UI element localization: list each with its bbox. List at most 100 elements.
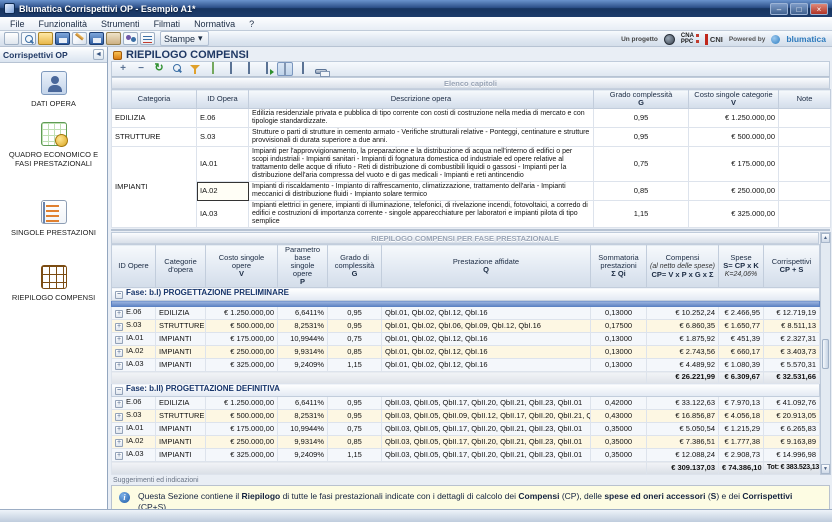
minimize-button[interactable]: – [770, 3, 788, 15]
collapse-group-button[interactable]: − [115, 291, 123, 299]
expand-row-button[interactable]: + [115, 439, 123, 447]
menu-filmati[interactable]: Filmati [147, 18, 188, 30]
grid-splitter[interactable] [111, 229, 830, 231]
riepilogo-row[interactable]: +IA.03IMPIANTI€ 325.000,009,2409%1,15QbI… [112, 449, 820, 462]
col-spese[interactable]: SpeseS= CP x KK=24,06% [719, 245, 764, 288]
sidebar-item-quadro-economico[interactable]: QUADRO ECONOMICO E FASI PRESTAZIONALI [0, 114, 107, 174]
sidebar-item-dati-opera[interactable]: DATI OPERA [0, 63, 107, 114]
col-note[interactable]: Note [779, 90, 831, 109]
search-preview-icon[interactable] [21, 32, 36, 45]
edit-pencil-icon[interactable] [72, 32, 87, 45]
maximize-button[interactable]: □ [790, 3, 808, 15]
expand-row-button[interactable]: + [115, 336, 123, 344]
collapse-group-button[interactable]: − [115, 387, 123, 395]
col-categorie[interactable]: Categoried'opera [156, 245, 206, 288]
refresh-icon[interactable]: ↻ [151, 62, 167, 76]
col-costo[interactable]: Costo singole categorieV [689, 90, 779, 109]
id-opere-cell: +E.06 [112, 307, 156, 320]
save-icon[interactable] [55, 32, 70, 45]
col-compensi[interactable]: Compensi(al netto delle spese)CP= V x P … [647, 245, 719, 288]
elenco-row[interactable]: IA.02Impianti di riscaldamento - Impiant… [112, 182, 831, 201]
suggestions-panel: i Questa Sezione contiene il Riepilogo d… [111, 485, 830, 509]
new-document-icon[interactable] [4, 32, 19, 45]
card-view-icon[interactable] [223, 62, 239, 76]
riepilogo-row[interactable]: +IA.02IMPIANTI€ 250.000,009,9314%0,85QbI… [112, 436, 820, 449]
grand-total-row[interactable]: € 309.137,03€ 74.386,10Tot: € 383.523,13 [112, 462, 820, 475]
vertical-scrollbar[interactable]: ▲ ▼ [820, 232, 831, 475]
expand-row-button[interactable]: + [115, 400, 123, 408]
expand-row-button[interactable]: + [115, 349, 123, 357]
expand-row-button[interactable]: + [115, 323, 123, 331]
expand-row-button[interactable]: + [115, 452, 123, 460]
col-grado[interactable]: Grado complessitàG [594, 90, 689, 109]
riepilogo-row[interactable]: +S.03STRUTTURE€ 500.000,008,2531%0,95QbI… [112, 410, 820, 423]
expand-row-button[interactable]: + [115, 362, 123, 370]
col-parametro[interactable]: Parametro basesingole opereP [278, 245, 328, 288]
costo-cell: € 325.000,00 [206, 449, 278, 462]
spese-cell: € 1.080,39 [719, 359, 764, 372]
close-button[interactable]: × [810, 3, 828, 15]
menu-help[interactable]: ? [242, 18, 261, 30]
riepilogo-row[interactable]: +IA.02IMPIANTI€ 250.000,009,9314%0,85QbI… [112, 346, 820, 359]
col-id-opera[interactable]: ID Opera [197, 90, 249, 109]
riepilogo-row[interactable]: +E.06EDILIZIA€ 1.250.000,006,6411%0,95Qb… [112, 307, 820, 320]
col-grado-complessita[interactable]: Grado dicomplessitàG [328, 245, 382, 288]
col-prestazione[interactable]: Prestazione affidateQ [382, 245, 591, 288]
expand-all-icon[interactable]: + [115, 62, 131, 76]
expand-row-button[interactable]: + [115, 310, 123, 318]
save-layout-icon[interactable] [241, 62, 257, 76]
riepilogo-row[interactable]: +IA.03IMPIANTI€ 325.000,009,2409%1,15QbI… [112, 359, 820, 372]
elenco-row[interactable]: IMPIANTIIA.01Impianti per l'approvvigion… [112, 147, 831, 182]
search-icon[interactable] [169, 62, 185, 76]
elenco-row[interactable]: STRUTTURES.03Strutture o parti di strutt… [112, 128, 831, 147]
id-opere-cell: +IA.03 [112, 359, 156, 372]
riepilogo-row[interactable]: +E.06EDILIZIA€ 1.250.000,006,6411%0,95Qb… [112, 397, 820, 410]
fase-group-row[interactable]: −Fase: b.I) PROGETTAZIONE PRELIMINARE [112, 288, 820, 301]
scroll-down-button[interactable]: ▼ [821, 464, 830, 474]
collapse-sidebar-button[interactable]: ◄ [93, 49, 104, 60]
grid-view-icon[interactable] [277, 62, 293, 76]
report-icon[interactable] [140, 32, 155, 45]
fase-group-row[interactable]: −Fase: b.II) PROGETTAZIONE DEFINITIVA [112, 384, 820, 397]
sidebar-item-singole-prestazioni[interactable]: SINGOLE PRESTAZIONI [0, 192, 107, 243]
menu-strumenti[interactable]: Strumenti [94, 18, 147, 30]
group-grid-icon[interactable] [205, 62, 221, 76]
col-corrispettivi[interactable]: CorrispettiviCP + S [764, 245, 820, 288]
grado-cell: 0,95 [328, 320, 382, 333]
riepilogo-row[interactable]: +IA.01IMPIANTI€ 175.000,0010,9944%0,75Qb… [112, 333, 820, 346]
archive-icon[interactable] [106, 32, 121, 45]
col-sommatoria[interactable]: SommatoriaprestazioniΣ Qi [591, 245, 647, 288]
print-icon[interactable] [315, 69, 327, 74]
riepilogo-row[interactable]: +IA.01IMPIANTI€ 175.000,0010,9944%0,75Qb… [112, 423, 820, 436]
export-icon[interactable] [259, 62, 275, 76]
sidebar-item-riepilogo-compensi[interactable]: RIEPILOGO COMPENSI [0, 257, 107, 308]
users-icon[interactable] [123, 32, 138, 45]
menu-file[interactable]: File [3, 18, 32, 30]
text-segment: ) e dei [716, 491, 742, 501]
col-categoria[interactable]: Categoria [112, 90, 197, 109]
stampe-button[interactable]: Stampe ▾ [160, 31, 209, 46]
expand-row-button[interactable]: + [115, 426, 123, 434]
elenco-row[interactable]: EDILIZIAE.06Edilizia residenziale privat… [112, 109, 831, 128]
expand-row-button[interactable]: + [115, 413, 123, 421]
main-area: RIEPILOGO COMPENSI + − ↻ Elenco capitoli [108, 47, 832, 509]
filter-icon[interactable] [187, 62, 203, 76]
scroll-thumb[interactable] [822, 339, 829, 369]
menu-normativa[interactable]: Normativa [187, 18, 242, 30]
save-as-icon[interactable] [89, 32, 104, 45]
col-descrizione[interactable]: Descrizione opera [249, 90, 594, 109]
collapse-all-icon[interactable]: − [133, 62, 149, 76]
scroll-up-button[interactable]: ▲ [821, 233, 830, 243]
riepilogo-row[interactable]: +S.03STRUTTURE€ 500.000,008,2531%0,95QbI… [112, 320, 820, 333]
column-chooser-icon[interactable] [295, 62, 311, 76]
compensi-cell: € 2.743,56 [647, 346, 719, 359]
subtotal-row[interactable]: € 26.221,99€ 6.309,67€ 32.531,66 [112, 372, 820, 384]
open-folder-icon[interactable] [38, 32, 53, 45]
sidebar-item-label: QUADRO ECONOMICO E FASI PRESTAZIONALI [4, 150, 103, 168]
elenco-row[interactable]: IA.03Impianti elettrici in genere, impia… [112, 201, 831, 228]
menu-funzionalita[interactable]: Funzionalità [32, 18, 95, 30]
cni-logo: CNI [705, 34, 723, 45]
col-id-opere[interactable]: ID Opere [112, 245, 156, 288]
col-costo-opere[interactable]: Costo singoleopereV [206, 245, 278, 288]
costo-cell: € 1.250.000,00 [206, 397, 278, 410]
